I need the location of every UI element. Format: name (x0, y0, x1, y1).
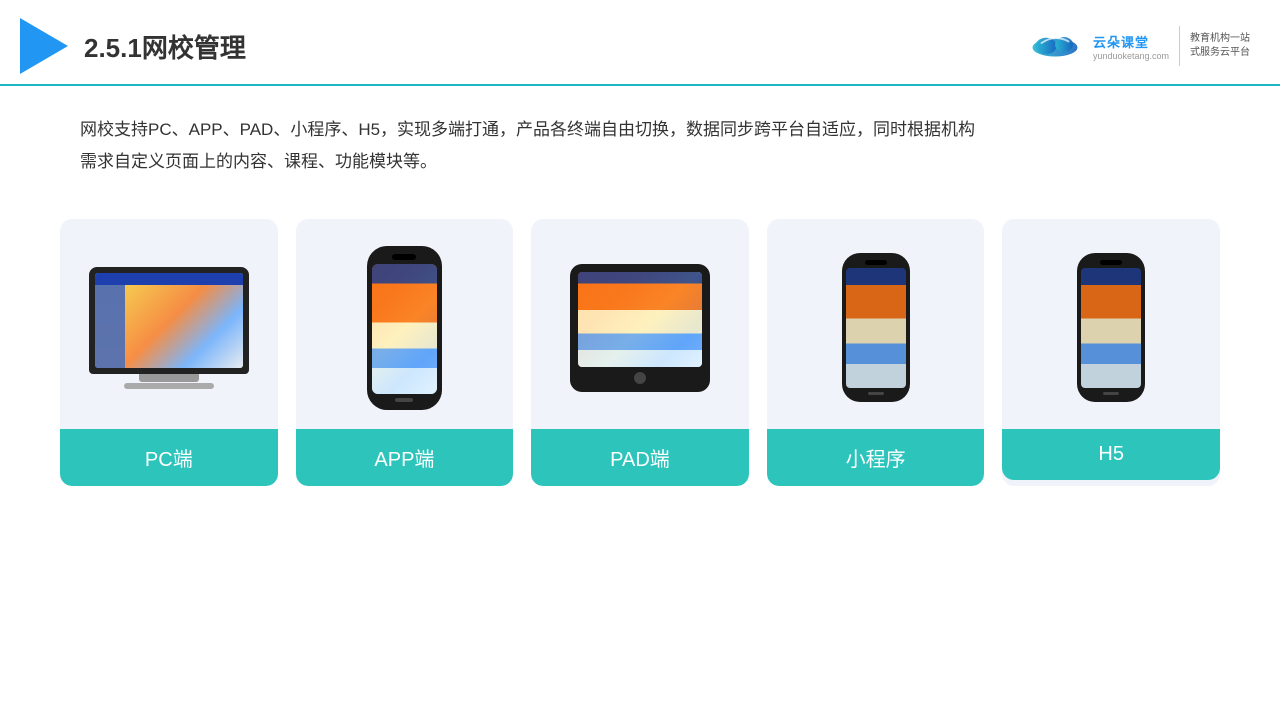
pc-base (124, 383, 214, 389)
pc-sidebar (95, 285, 125, 368)
card-pad: PAD端 (531, 219, 749, 486)
card-h5-label: H5 (1002, 429, 1220, 480)
cards-section: PC端 APP端 (0, 199, 1280, 516)
card-mini-program-image (767, 219, 985, 429)
card-pc-image (60, 219, 278, 429)
card-app-image (296, 219, 514, 429)
card-h5-image (1002, 219, 1220, 429)
tablet-screen-inner (578, 272, 702, 367)
page-title: 2.5.1网校管理 (84, 28, 246, 65)
tablet-outer (570, 264, 710, 392)
tablet-screen (578, 272, 702, 367)
brand-info: 云朵课堂 yunduoketang.com 教育机构一站式服务云平台 (1093, 26, 1250, 66)
mini-phone-screen-1 (846, 268, 906, 388)
header: 2.5.1网校管理 云朵课堂 yunduoketang.com 教育机 (0, 0, 1280, 86)
tablet-home-button (634, 372, 646, 384)
pc-screen-inner (95, 273, 243, 368)
cloud-logo-icon (1025, 31, 1085, 61)
mini-phone-outer-1 (842, 253, 910, 402)
mini-phone-home-2 (1103, 392, 1119, 395)
card-pc-label: PC端 (60, 429, 278, 486)
pc-mockup (89, 267, 249, 389)
mini-phone-screen-2 (1081, 268, 1141, 388)
pc-screen-content (95, 273, 243, 368)
phone-screen (372, 264, 437, 394)
logo-triangle-icon (20, 18, 68, 74)
card-pc: PC端 (60, 219, 278, 486)
description-text: 网校支持PC、APP、PAD、小程序、H5，实现多端打通，产品各终端自由切换，数… (0, 86, 1280, 199)
description-line1: 网校支持PC、APP、PAD、小程序、H5，实现多端打通，产品各终端自由切换，数… (80, 120, 975, 139)
mini-phone-notch-2 (1100, 260, 1122, 265)
brand-url: yunduoketang.com (1093, 51, 1169, 61)
description-line2: 需求自定义页面上的内容、课程、功能模块等。 (80, 152, 437, 171)
mini-phone-mockup-2 (1077, 253, 1145, 402)
brand-divider (1179, 26, 1180, 66)
card-pad-image (531, 219, 749, 429)
phone-notch (392, 254, 416, 260)
brand-slogan: 教育机构一站式服务云平台 (1190, 32, 1250, 60)
mini-phone-mockup-1 (842, 253, 910, 402)
pc-body (95, 285, 243, 368)
pc-screen-outer (89, 267, 249, 374)
card-mini-label: 小程序 (767, 429, 985, 486)
mini-phone-notch-1 (865, 260, 887, 265)
card-pad-label: PAD端 (531, 429, 749, 486)
pc-nav-bar (95, 273, 243, 285)
phone-screen-inner (372, 264, 437, 394)
card-mini-program: 小程序 (767, 219, 985, 486)
card-app: APP端 (296, 219, 514, 486)
card-h5: H5 (1002, 219, 1220, 486)
mini-phone-outer-2 (1077, 253, 1145, 402)
phone-mockup (367, 246, 442, 410)
header-left: 2.5.1网校管理 (20, 18, 246, 74)
header-right: 云朵课堂 yunduoketang.com 教育机构一站式服务云平台 (1025, 26, 1250, 66)
mini-phone-home-1 (868, 392, 884, 395)
pc-main (125, 285, 243, 368)
brand-name: 云朵课堂 (1093, 32, 1169, 51)
tablet-mockup (570, 264, 710, 392)
phone-home-button (395, 398, 413, 402)
phone-outer (367, 246, 442, 410)
card-app-label: APP端 (296, 429, 514, 486)
pc-stand (139, 374, 199, 382)
